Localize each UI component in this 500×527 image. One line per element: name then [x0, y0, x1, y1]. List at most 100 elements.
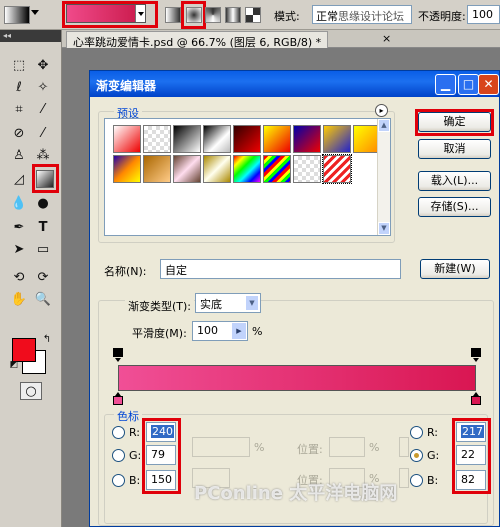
magic-wand-icon[interactable]: ✧	[34, 78, 52, 96]
left-g-radio[interactable]	[112, 449, 125, 462]
percent-label: %	[369, 441, 380, 454]
preset-swatch[interactable]	[293, 125, 321, 153]
right-g-radio[interactable]	[410, 449, 423, 462]
highlight-box	[181, 1, 206, 29]
scroll-up-icon[interactable]: ▲	[378, 119, 390, 132]
load-button[interactable]: 载入(L)...	[418, 171, 491, 191]
gradient-preview-bar[interactable]	[118, 365, 476, 391]
document-tab-bar: 心率跳动爱情卡.psd @ 66.7% (图层 6, RGB/8) * ×	[62, 30, 500, 49]
field-edge-disabled	[399, 437, 409, 457]
presets-menu-icon[interactable]: ▸	[375, 104, 388, 117]
tool-preset-swatch[interactable]	[4, 6, 30, 24]
linear-gradient-icon[interactable]	[165, 7, 181, 23]
new-button[interactable]: 新建(W)	[420, 259, 490, 279]
chevron-down-icon[interactable]	[31, 10, 39, 15]
name-label: 名称(N):	[104, 265, 147, 278]
3d-orbit-icon[interactable]: ⟳	[34, 268, 52, 286]
type-tool-icon[interactable]: T	[34, 218, 52, 236]
color-stop-left[interactable]	[112, 392, 124, 406]
gradient-dropdown-button[interactable]	[135, 5, 145, 22]
preset-swatch[interactable]	[173, 155, 201, 183]
3d-rotate-icon[interactable]: ⟲	[10, 268, 28, 286]
brush-tool-icon[interactable]: ⁄	[34, 124, 52, 142]
dialog-titlebar[interactable]: 渐变编辑器 ▁ □ ✕	[90, 71, 499, 97]
preset-swatch[interactable]	[233, 125, 261, 153]
zoom-tool-icon[interactable]: 🔍	[34, 290, 52, 308]
minimize-icon[interactable]: ▁	[435, 74, 456, 95]
blur-tool-icon[interactable]: 💧	[10, 194, 28, 212]
chevron-down-icon[interactable]: ▼	[245, 295, 259, 311]
left-b-radio[interactable]	[112, 474, 125, 487]
clone-stamp-icon[interactable]: ♙	[10, 146, 28, 164]
left-r-label: R:	[129, 426, 141, 439]
presets-list[interactable]: ▲ ▼	[104, 118, 391, 236]
opacity-stop-left[interactable]	[112, 348, 124, 362]
preset-swatch[interactable]	[113, 155, 141, 183]
crop-tool-icon[interactable]: ⌗	[10, 100, 28, 118]
document-tab[interactable]: 心率跳动爱情卡.psd @ 66.7% (图层 6, RGB/8) *	[66, 31, 329, 49]
cancel-button[interactable]: 取消	[418, 139, 491, 159]
preset-swatch[interactable]	[143, 125, 171, 153]
shape-tool-icon[interactable]: ▭	[34, 240, 52, 258]
opacity-field-disabled	[192, 437, 250, 457]
dodge-tool-icon[interactable]: ●	[34, 194, 52, 212]
hand-tool-icon[interactable]: ✋	[10, 290, 28, 308]
scroll-down-icon[interactable]: ▼	[378, 222, 390, 235]
preset-swatch[interactable]	[203, 155, 231, 183]
preset-swatch[interactable]	[233, 155, 261, 183]
healing-brush-icon[interactable]: ⊘	[10, 124, 28, 142]
move-tool-icon[interactable]: ✥	[34, 56, 52, 74]
lasso-tool-icon[interactable]: ℓ	[10, 78, 28, 96]
eyedropper-icon[interactable]: ⁄	[34, 100, 52, 118]
mode-select[interactable]: 正常思缘设计论坛	[312, 5, 412, 24]
preset-swatch[interactable]	[173, 125, 201, 153]
marquee-tool-icon[interactable]: ⬚	[10, 56, 28, 74]
smoothness-arrow-icon[interactable]: ▶	[232, 323, 246, 339]
angle-gradient-icon[interactable]	[205, 7, 221, 23]
left-r-radio[interactable]	[112, 426, 125, 439]
preset-swatch[interactable]	[143, 155, 171, 183]
quick-mask-icon[interactable]: ○	[20, 382, 42, 400]
swap-colors-icon[interactable]: ↰	[38, 330, 56, 348]
smoothness-label: 平滑度(M):	[132, 327, 187, 340]
opacity-input[interactable]: 100	[467, 5, 500, 24]
preset-swatch[interactable]	[323, 125, 351, 153]
save-button[interactable]: 存储(S)...	[418, 197, 491, 217]
opacity-stop-right[interactable]	[470, 348, 482, 362]
watermark: PConline 太平洋电脑网	[194, 483, 398, 504]
highlight-box	[32, 164, 59, 193]
field-edge-disabled	[399, 468, 409, 488]
diamond-gradient-icon[interactable]	[245, 7, 261, 23]
default-colors-icon[interactable]: ◩	[5, 356, 23, 374]
name-input[interactable]: 自定	[160, 259, 401, 279]
pen-tool-icon[interactable]: ✒	[10, 218, 28, 236]
eraser-icon[interactable]: ◿	[10, 170, 28, 188]
reflected-gradient-icon[interactable]	[225, 7, 241, 23]
right-b-label: B:	[427, 474, 439, 487]
path-selection-icon[interactable]: ➤	[10, 240, 28, 258]
preset-swatch[interactable]	[293, 155, 321, 183]
right-r-radio[interactable]	[410, 426, 423, 439]
maximize-icon[interactable]: □	[458, 74, 479, 95]
close-icon[interactable]: ✕	[478, 74, 499, 95]
preset-swatch[interactable]	[113, 125, 141, 153]
gradient-picker[interactable]	[66, 4, 146, 23]
history-brush-icon[interactable]: ⁂	[34, 146, 52, 164]
preset-swatch[interactable]	[203, 125, 231, 153]
color-stops-label: 色标	[114, 408, 142, 424]
opacity-label: 不透明度:	[418, 10, 466, 23]
close-tab-icon[interactable]: ×	[382, 32, 391, 45]
percent-label: %	[254, 441, 265, 454]
left-g-label: G:	[129, 449, 142, 462]
preset-swatch[interactable]	[263, 155, 291, 183]
gradient-editor-dialog: 渐变编辑器 ▁ □ ✕ 预设 ▸ ▲ ▼ 确定 取消 载入(L)... 存储(S…	[89, 70, 500, 527]
right-b-radio[interactable]	[410, 474, 423, 487]
left-b-label: B:	[129, 474, 141, 487]
toolbox: ◂◂ ⬚ ✥ ℓ ✧ ⌗ ⁄ ⊘ ⁄ ♙ ⁂ ◿ 💧 ● ✒ T ➤ ▭ ⟲ ⟳…	[0, 30, 62, 527]
preset-swatch-selected[interactable]	[322, 154, 352, 184]
highlight-box	[142, 418, 181, 494]
preset-swatch[interactable]	[263, 125, 291, 153]
presets-scrollbar[interactable]: ▲ ▼	[377, 119, 390, 235]
color-stop-right[interactable]	[470, 392, 482, 406]
right-g-label: G:	[427, 449, 440, 462]
